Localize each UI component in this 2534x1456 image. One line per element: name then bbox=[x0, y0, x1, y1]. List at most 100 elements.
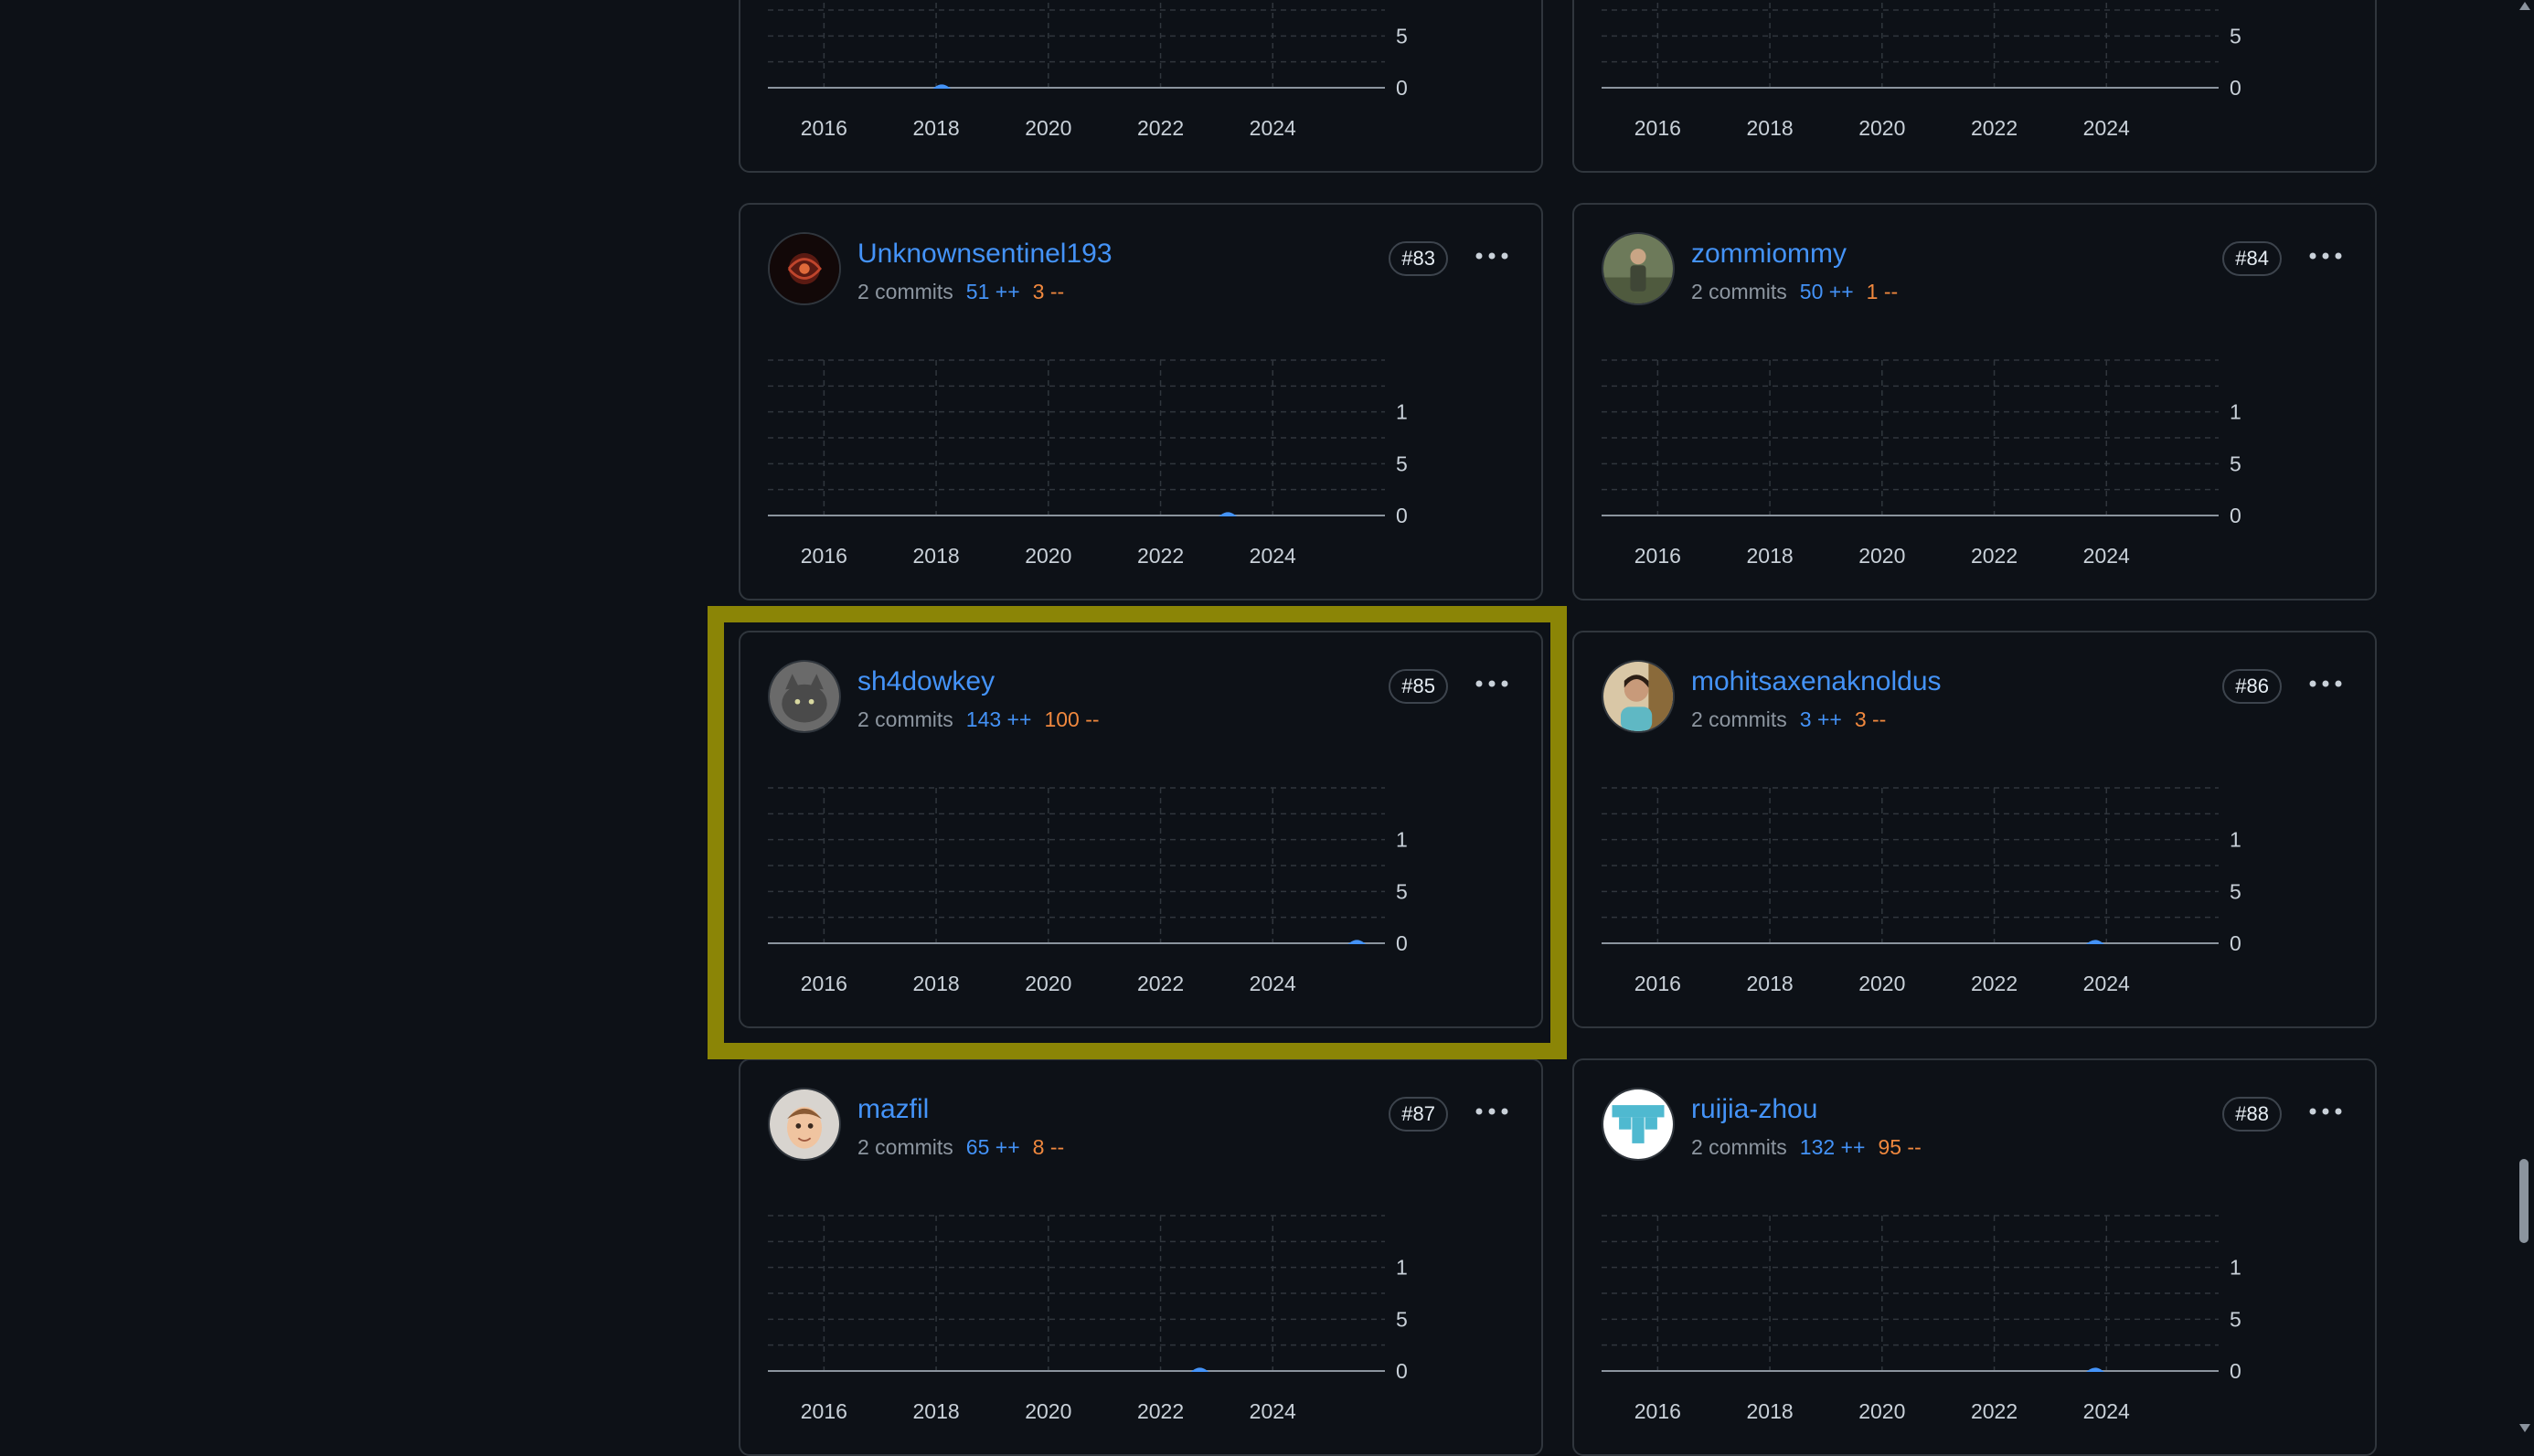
chart-x-tick-label: 2020 bbox=[1025, 544, 1071, 568]
chart-y-tick-label: 50 bbox=[1396, 452, 1408, 475]
contributor-card: mohitsaxenaknoldus 2 commits 3 ++ 3 -- #86 20… bbox=[1572, 631, 2377, 1028]
more-options-button[interactable] bbox=[2304, 1093, 2348, 1130]
kebab-horizontal-icon bbox=[1475, 1108, 1508, 1115]
chart-x-tick-label: 2024 bbox=[1250, 116, 1296, 140]
scrollbar-thumb[interactable] bbox=[2519, 1159, 2529, 1243]
more-options-button[interactable] bbox=[1470, 238, 1514, 274]
deletions-count: 95 -- bbox=[1878, 1135, 1922, 1159]
chart-x-tick-label: 2022 bbox=[1971, 972, 2018, 995]
kebab-horizontal-icon bbox=[2309, 680, 2342, 687]
chart-y-tick-label: 50 bbox=[2230, 24, 2241, 48]
chart-contribution-area bbox=[2086, 940, 2104, 944]
person-outdoors-avatar-icon bbox=[1603, 234, 1673, 303]
contributor-card: 20162018202020222024050100Contributions bbox=[739, 0, 1543, 173]
deletions-count: 8 -- bbox=[1032, 1135, 1065, 1159]
contributor-card: ruijia-zhou 2 commits 132 ++ 95 -- #88 2016 20… bbox=[1572, 1058, 2377, 1456]
contributor-username-link[interactable]: Unknownsentinel193 bbox=[857, 239, 1113, 270]
chart-y-tick-label: 100 bbox=[1396, 400, 1408, 424]
additions-count: 51 ++ bbox=[965, 280, 1020, 303]
more-options-button[interactable] bbox=[2304, 238, 2348, 274]
selection-highlight bbox=[708, 606, 1567, 1059]
contributor-card: 20162018202020222024050100Contributions bbox=[1572, 0, 2377, 173]
chart-y-tick-label: 100 bbox=[2230, 828, 2241, 852]
chart-x-tick-label: 2018 bbox=[913, 116, 960, 140]
contributor-username-link[interactable]: mazfil bbox=[857, 1094, 929, 1125]
scroll-up-arrow-icon[interactable] bbox=[2519, 2, 2530, 10]
commit-count-link[interactable]: 2 commits bbox=[1691, 280, 1787, 303]
chart-y-tick-label: 100 bbox=[2230, 400, 2241, 424]
page-scrollbar[interactable] bbox=[2516, 0, 2534, 1437]
chart-x-tick-label: 2016 bbox=[801, 116, 847, 140]
avatar[interactable] bbox=[1602, 1088, 1675, 1161]
chart-contribution-area bbox=[2086, 1367, 2104, 1372]
chart-y-tick-label: 100 bbox=[1396, 1256, 1408, 1280]
chart-x-tick-label: 2020 bbox=[1025, 116, 1071, 140]
chart-x-tick-label: 2016 bbox=[1634, 972, 1681, 995]
contributor-card: zommiommy 2 commits 50 ++ 1 -- #84 2016 2018 20… bbox=[1572, 203, 2377, 600]
rank-badge: #87 bbox=[1389, 1097, 1448, 1132]
chart-x-tick-label: 2022 bbox=[1137, 544, 1184, 568]
avatar[interactable] bbox=[768, 1088, 841, 1161]
commit-count-link[interactable]: 2 commits bbox=[1691, 1135, 1787, 1159]
contributor-card: Unknownsentinel193 2 commits 51 ++ 3 -- #83 2… bbox=[739, 203, 1543, 600]
contributions-chart: 20162018202020222024050100Contributions bbox=[1602, 0, 2241, 140]
chart-x-tick-label: 2024 bbox=[1250, 1399, 1296, 1423]
chart-contribution-area bbox=[1190, 1367, 1209, 1372]
contributor-stats: 2 commits 50 ++ 1 -- bbox=[1691, 280, 1898, 304]
chart-y-tick-label: 0 bbox=[2230, 931, 2241, 955]
scroll-down-arrow-icon[interactable] bbox=[2519, 1424, 2530, 1432]
chart-y-tick-label: 0 bbox=[1396, 504, 1408, 527]
additions-count: 3 ++ bbox=[1799, 707, 1842, 731]
chart-x-tick-label: 2016 bbox=[801, 544, 847, 568]
commit-count-link[interactable]: 2 commits bbox=[1691, 707, 1787, 731]
chart-y-tick-label: 50 bbox=[2230, 452, 2241, 475]
chart-y-tick-label: 0 bbox=[2230, 504, 2241, 527]
chart-x-tick-label: 2024 bbox=[2083, 116, 2130, 140]
deletions-count: 3 -- bbox=[1854, 707, 1887, 731]
chart-x-tick-label: 2016 bbox=[1634, 116, 1681, 140]
avatar[interactable] bbox=[1602, 232, 1675, 305]
chart-x-tick-label: 2016 bbox=[1634, 1399, 1681, 1423]
contributor-username-link[interactable]: ruijia-zhou bbox=[1691, 1094, 1817, 1125]
chart-x-tick-label: 2018 bbox=[1747, 116, 1794, 140]
contributor-card: mazfil 2 commits 65 ++ 8 -- #87 2016 2018 2020 2… bbox=[739, 1058, 1543, 1456]
chart-y-tick-label: 0 bbox=[2230, 76, 2241, 100]
contributions-chart: 20162018202020222024050100Contributions bbox=[768, 359, 1408, 568]
rank-badge: #86 bbox=[2222, 669, 2282, 704]
red-swirl-avatar-icon bbox=[770, 234, 839, 303]
chart-y-tick-label: 0 bbox=[2230, 1359, 2241, 1383]
chart-x-tick-label: 2022 bbox=[1971, 1399, 2018, 1423]
chart-y-tick-label: 0 bbox=[1396, 1359, 1408, 1383]
chart-x-tick-label: 2020 bbox=[1858, 544, 1905, 568]
chart-x-tick-label: 2024 bbox=[2083, 1399, 2130, 1423]
chart-x-tick-label: 2020 bbox=[1858, 116, 1905, 140]
commit-count-link[interactable]: 2 commits bbox=[857, 1135, 953, 1159]
chart-x-tick-label: 2018 bbox=[1747, 544, 1794, 568]
person-portrait-avatar-icon bbox=[1603, 662, 1673, 731]
chart-x-tick-label: 2020 bbox=[1025, 1399, 1071, 1423]
chart-y-tick-label: 100 bbox=[2230, 1256, 2241, 1280]
chart-x-tick-label: 2018 bbox=[913, 544, 960, 568]
chart-contribution-area bbox=[932, 84, 952, 89]
chart-x-tick-label: 2024 bbox=[2083, 972, 2130, 995]
contributions-chart: 20162018202020222024050100Contributions bbox=[1602, 787, 2241, 995]
contributor-username-link[interactable]: zommiommy bbox=[1691, 239, 1847, 270]
rank-badge: #84 bbox=[2222, 241, 2282, 276]
more-options-button[interactable] bbox=[1470, 1093, 1514, 1130]
chart-y-tick-label: 50 bbox=[1396, 24, 1408, 48]
contributor-username-link[interactable]: mohitsaxenaknoldus bbox=[1691, 666, 1942, 697]
avatar[interactable] bbox=[1602, 660, 1675, 733]
chart-y-tick-label: 0 bbox=[1396, 76, 1408, 100]
commit-count-link[interactable]: 2 commits bbox=[857, 280, 953, 303]
contributor-stats: 2 commits 65 ++ 8 -- bbox=[857, 1135, 1064, 1160]
chart-x-tick-label: 2018 bbox=[1747, 972, 1794, 995]
memoji-avatar-icon bbox=[770, 1089, 839, 1159]
deletions-count: 3 -- bbox=[1032, 280, 1065, 303]
kebab-horizontal-icon bbox=[2309, 252, 2342, 260]
more-options-button[interactable] bbox=[2304, 665, 2348, 702]
contributions-chart: 20162018202020222024050100Contributions bbox=[768, 0, 1408, 140]
additions-count: 50 ++ bbox=[1799, 280, 1854, 303]
avatar[interactable] bbox=[768, 232, 841, 305]
chart-y-tick-label: 50 bbox=[2230, 1307, 2241, 1331]
chart-x-tick-label: 2024 bbox=[2083, 544, 2130, 568]
